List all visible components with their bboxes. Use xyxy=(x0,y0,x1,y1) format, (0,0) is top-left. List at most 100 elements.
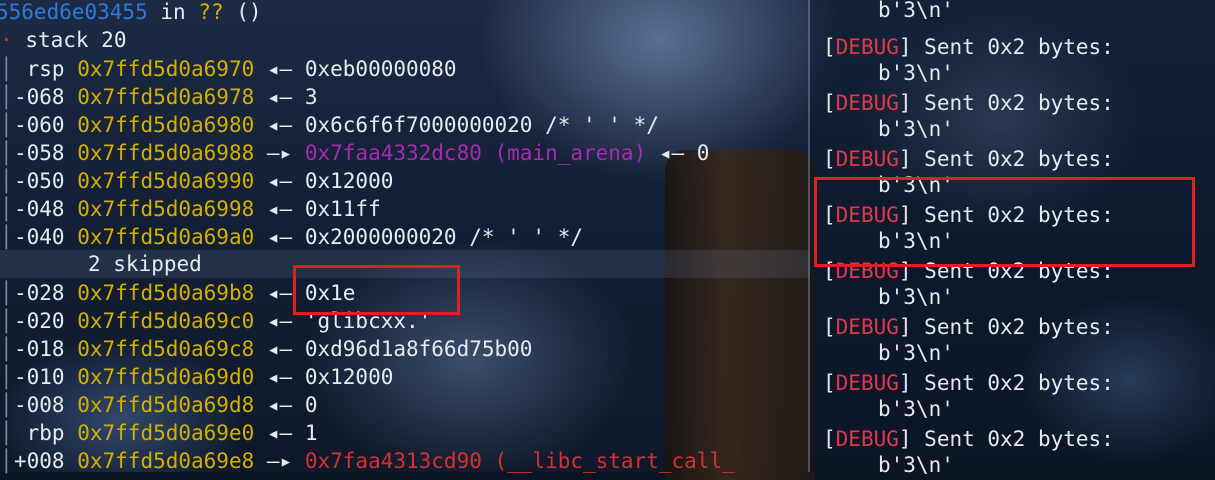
pointer-arrow-icon: ◂— xyxy=(266,309,293,333)
debug-message: Sent 0x2 bytes: xyxy=(911,371,1114,395)
pointer-arrow-icon: —▸ xyxy=(266,449,293,473)
stack-offset: -058 xyxy=(14,141,65,165)
debug-payload-text: b'3\n' xyxy=(878,285,954,309)
stack-value: 0x12000 xyxy=(304,365,394,389)
stack-row[interactable]: │-048 0x7ffd5d0a6998 ◂— 0x11ff xyxy=(0,195,381,223)
stack-row[interactable]: │-068 0x7ffd5d0a6978 ◂— 3 xyxy=(0,83,318,111)
stack-offset: -050 xyxy=(14,169,65,193)
row-gutter-bar: │ xyxy=(0,449,13,473)
stack-value: 0xd96d1a8f66d75b00 xyxy=(304,337,533,361)
stack-row[interactable]: │+008 0x7ffd5d0a69e8 —▸ 0x7faa4313cd90 (… xyxy=(0,447,735,475)
stack-value: 0x6c6f6f7000000020 /* ' ' */ xyxy=(304,113,659,137)
stack-value: 0x11ff xyxy=(304,197,381,221)
stack-offset: -060 xyxy=(14,113,65,137)
row-gutter-bar: │ xyxy=(0,141,13,165)
stack-value: 0 xyxy=(304,393,318,417)
stack-value: 3 xyxy=(304,85,318,109)
debug-tag: DEBUG xyxy=(835,427,899,451)
pointer-arrow-icon: ◂— xyxy=(266,225,293,249)
debug-payload-text: b'3\n' xyxy=(878,61,954,85)
row-gutter-bar: │ xyxy=(0,337,13,361)
debug-bracket-open: [ xyxy=(823,427,836,451)
stack-address: 0x7ffd5d0a6988 xyxy=(77,141,255,165)
stack-address: 0x7ffd5d0a69a0 xyxy=(77,225,255,249)
pointer-arrow-icon: ◂— xyxy=(266,113,293,137)
debug-payload-text: b'3\n' xyxy=(878,0,954,22)
stack-offset: rsp xyxy=(14,57,65,81)
debug-line: [DEBUG] Sent 0x2 bytes: xyxy=(823,425,1114,453)
debug-message: Sent 0x2 bytes: xyxy=(911,427,1114,451)
debug-message: Sent 0x2 bytes: xyxy=(911,147,1114,171)
pointer-arrow-icon: —▸ xyxy=(266,141,293,165)
row-gutter-bar: │ xyxy=(0,421,13,445)
row-gutter-bar: │ xyxy=(0,365,13,389)
pointer-arrow-icon: ◂— xyxy=(266,85,293,109)
stack-row[interactable]: │-018 0x7ffd5d0a69c8 ◂— 0xd96d1a8f66d75b… xyxy=(0,335,532,363)
debug-message: Sent 0x2 bytes: xyxy=(911,35,1114,59)
row-gutter-bar: │ xyxy=(0,57,13,81)
debug-bracket-close: ] xyxy=(898,35,912,59)
stack-offset: -010 xyxy=(14,365,65,389)
highlight-box-debug xyxy=(814,177,1195,267)
debug-payload: b'3\n' xyxy=(878,395,954,423)
stack-row[interactable]: │-050 0x7ffd5d0a6990 ◂— 0x12000 xyxy=(0,167,393,195)
stack-value-symbol: 0x7faa4332dc80 (main_arena) xyxy=(304,141,647,165)
stack-row[interactable]: │-060 0x7ffd5d0a6980 ◂— 0x6c6f6f70000000… xyxy=(0,111,659,139)
stack-offset: -018 xyxy=(14,337,65,361)
stack-header: · stack 20 xyxy=(0,26,126,54)
stack-row[interactable]: │ rbp 0x7ffd5d0a69e0 ◂— 1 xyxy=(0,419,318,447)
debug-line: [DEBUG] Sent 0x2 bytes: xyxy=(823,369,1114,397)
stack-address: 0x7ffd5d0a69d0 xyxy=(77,365,255,389)
stack-value-tail: ◂— 0 xyxy=(646,141,710,165)
header-parens: () xyxy=(223,0,262,24)
stack-offset: -048 xyxy=(14,197,65,221)
pwndbg-stack-pane: 556ed6e03455 in ?? () · stack 20 │ rsp 0… xyxy=(0,0,810,475)
stack-address: 0x7ffd5d0a69c0 xyxy=(77,309,255,333)
pointer-arrow-icon: ◂— xyxy=(266,57,293,81)
stack-row[interactable]: │-008 0x7ffd5d0a69d8 ◂— 0 xyxy=(0,391,318,419)
debug-bracket-open: [ xyxy=(823,147,836,171)
debug-payload: b'3\n' xyxy=(878,451,954,479)
debug-tag: DEBUG xyxy=(835,91,899,115)
stack-address: 0x7ffd5d0a69e0 xyxy=(77,421,255,445)
pointer-arrow-icon: ◂— xyxy=(266,365,293,389)
stack-row[interactable]: │-040 0x7ffd5d0a69a0 ◂— 0x2000000020 /* … xyxy=(0,223,583,251)
stack-address: 0x7ffd5d0a69e8 xyxy=(77,449,255,473)
debug-payload-text: b'3\n' xyxy=(878,397,954,421)
debug-bracket-open: [ xyxy=(823,371,836,395)
stack-address: 0x7ffd5d0a6978 xyxy=(77,85,255,109)
debug-bracket-close: ] xyxy=(898,147,912,171)
row-gutter-bar: │ xyxy=(0,309,13,333)
stack-address: 0x7ffd5d0a69b8 xyxy=(77,281,255,305)
pointer-arrow-icon: ◂— xyxy=(266,169,293,193)
stack-row[interactable]: │-058 0x7ffd5d0a6988 —▸ 0x7faa4332dc80 (… xyxy=(0,139,709,167)
stack-offset: -068 xyxy=(14,85,65,109)
stack-value: 0x2000000020 /* ' ' */ xyxy=(304,225,584,249)
pointer-arrow-icon: ◂— xyxy=(266,421,293,445)
debug-line: [DEBUG] Sent 0x2 bytes: xyxy=(823,313,1114,341)
stack-marker-icon: · xyxy=(0,28,13,52)
pointer-arrow-icon: ◂— xyxy=(266,197,293,221)
stack-value: 1 xyxy=(304,421,318,445)
debug-payload: b'3\n' xyxy=(878,0,954,24)
unknown-symbol: ?? xyxy=(198,0,224,24)
stack-offset: rbp xyxy=(14,421,65,445)
debug-message: Sent 0x2 bytes: xyxy=(911,315,1114,339)
debug-line: [DEBUG] Sent 0x2 bytes: xyxy=(823,145,1114,173)
debug-payload-text: b'3\n' xyxy=(878,453,954,477)
debug-tag: DEBUG xyxy=(835,315,899,339)
stack-title: stack 20 xyxy=(25,28,127,52)
stack-row[interactable]: │ rsp 0x7ffd5d0a6970 ◂— 0xeb00000080 xyxy=(0,55,457,83)
debug-payload: b'3\n' xyxy=(878,59,954,87)
debug-payload: b'3\n' xyxy=(878,339,954,367)
debug-bracket-open: [ xyxy=(823,91,836,115)
stack-row[interactable]: │-010 0x7ffd5d0a69d0 ◂— 0x12000 xyxy=(0,363,393,391)
pointer-arrow-icon: ◂— xyxy=(266,337,293,361)
debug-bracket-close: ] xyxy=(898,371,912,395)
debug-bracket-close: ] xyxy=(898,91,912,115)
debug-bracket-open: [ xyxy=(823,315,836,339)
debug-payload-text: b'3\n' xyxy=(878,117,954,141)
row-gutter-bar: │ xyxy=(0,169,13,193)
stack-address: 0x7ffd5d0a6990 xyxy=(77,169,255,193)
debug-bracket-close: ] xyxy=(898,315,912,339)
